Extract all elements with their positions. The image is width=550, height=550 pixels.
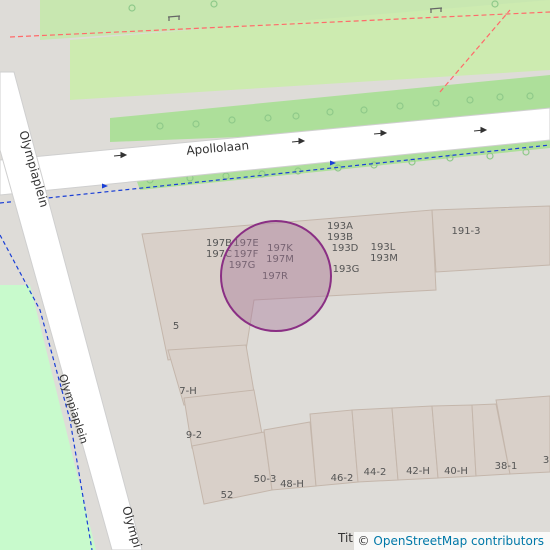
house-number: 40-H xyxy=(444,466,468,477)
house-number: 7-H xyxy=(179,386,197,397)
house-number: 193D xyxy=(332,243,359,254)
house-number: 44-2 xyxy=(364,467,387,478)
copyright-symbol: © xyxy=(357,534,370,548)
house-number: 3 xyxy=(543,455,549,466)
location-marker-circle[interactable] xyxy=(220,220,332,332)
street-label-bottom-partial: Tit xyxy=(337,531,353,545)
house-number: 9-2 xyxy=(186,430,202,441)
house-number: 193G xyxy=(333,264,360,275)
map-canvas[interactable]: Apollolaan Olympiaplein Olympiaplein Oly… xyxy=(0,0,550,550)
house-number: 193M xyxy=(370,253,398,264)
house-number: 46-2 xyxy=(331,473,354,484)
house-number: 38-1 xyxy=(495,461,518,472)
house-number: 193B xyxy=(327,232,353,243)
house-number: 193L xyxy=(371,242,396,253)
house-number: 48-H xyxy=(280,479,304,490)
house-number: 50-3 xyxy=(254,474,277,485)
house-number: 42-H xyxy=(406,466,430,477)
house-number: 52 xyxy=(221,490,234,501)
house-number: 5 xyxy=(173,321,179,332)
house-number: 191-3 xyxy=(451,226,480,237)
openstreetmap-attribution-link[interactable]: OpenStreetMap contributors xyxy=(373,534,544,548)
map-attribution: © OpenStreetMap contributors xyxy=(353,532,550,550)
house-number: 193A xyxy=(327,221,353,232)
